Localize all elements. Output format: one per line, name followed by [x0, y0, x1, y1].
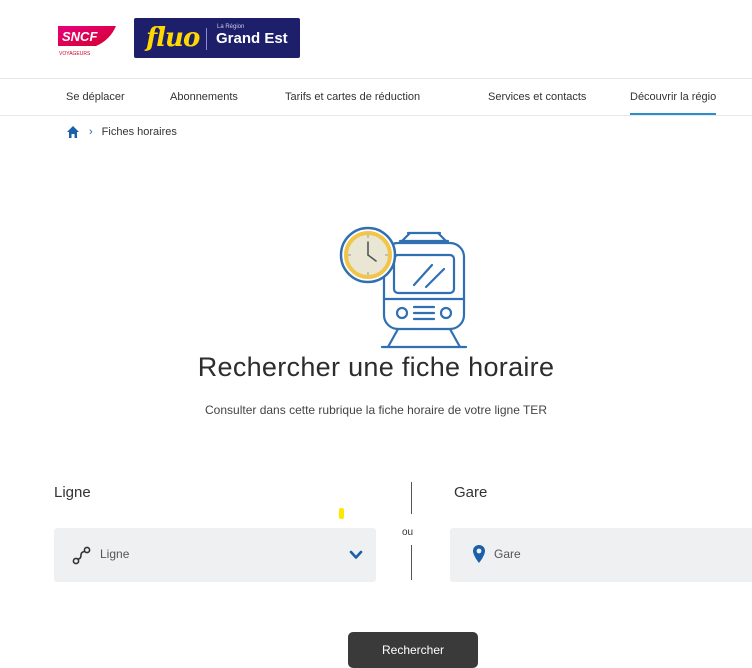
- mouse-cursor-highlight: [339, 508, 344, 519]
- ligne-select[interactable]: Ligne: [54, 528, 376, 582]
- ligne-select-value: Ligne: [100, 547, 130, 561]
- site-header: SNCF VOYAGEURS fluo La Région Grand Est: [0, 0, 752, 70]
- page-title: Rechercher une fiche horaire: [197, 352, 555, 382]
- fluo-logo-text: fluo: [146, 23, 200, 53]
- page-subtitle: Consulter dans cette rubrique la fiche h…: [205, 403, 547, 417]
- separator-line-top: [411, 482, 412, 514]
- home-icon[interactable]: [66, 125, 80, 139]
- logo-divider: [206, 28, 207, 50]
- nav-item-se-deplacer[interactable]: Se déplacer: [66, 79, 125, 115]
- nav-item-tarifs[interactable]: Tarifs et cartes de réduction: [285, 79, 420, 115]
- location-pin-icon: [473, 545, 485, 563]
- chevron-right-icon: ›: [89, 126, 93, 138]
- separator-line-bottom: [411, 545, 412, 580]
- gare-input[interactable]: Gare: [450, 528, 752, 582]
- gare-input-placeholder: Gare: [494, 547, 521, 561]
- sncf-logo-sub: VOYAGEURS: [59, 51, 91, 57]
- gare-label: Gare: [454, 484, 488, 501]
- region-name: Grand Est: [216, 30, 288, 47]
- route-icon: [72, 546, 91, 565]
- breadcrumb: › Fiches horaires: [66, 122, 177, 142]
- separator-text: ou: [402, 527, 414, 538]
- main-navigation: Se déplacer Abonnements Tarifs et cartes…: [0, 78, 752, 116]
- sncf-logo[interactable]: SNCF VOYAGEURS: [56, 24, 118, 58]
- nav-item-decouvrir[interactable]: Découvrir la régio: [630, 79, 717, 115]
- sncf-logo-text: SNCF: [62, 29, 98, 44]
- ligne-label: Ligne: [54, 484, 91, 501]
- chevron-down-icon[interactable]: [348, 548, 364, 562]
- train-clock-illustration: [339, 226, 468, 349]
- nav-item-abonnements[interactable]: Abonnements: [170, 79, 238, 115]
- nav-item-services[interactable]: Services et contacts: [488, 79, 586, 115]
- breadcrumb-current: Fiches horaires: [101, 126, 177, 138]
- fluo-grand-est-logo[interactable]: fluo La Région Grand Est: [134, 18, 300, 58]
